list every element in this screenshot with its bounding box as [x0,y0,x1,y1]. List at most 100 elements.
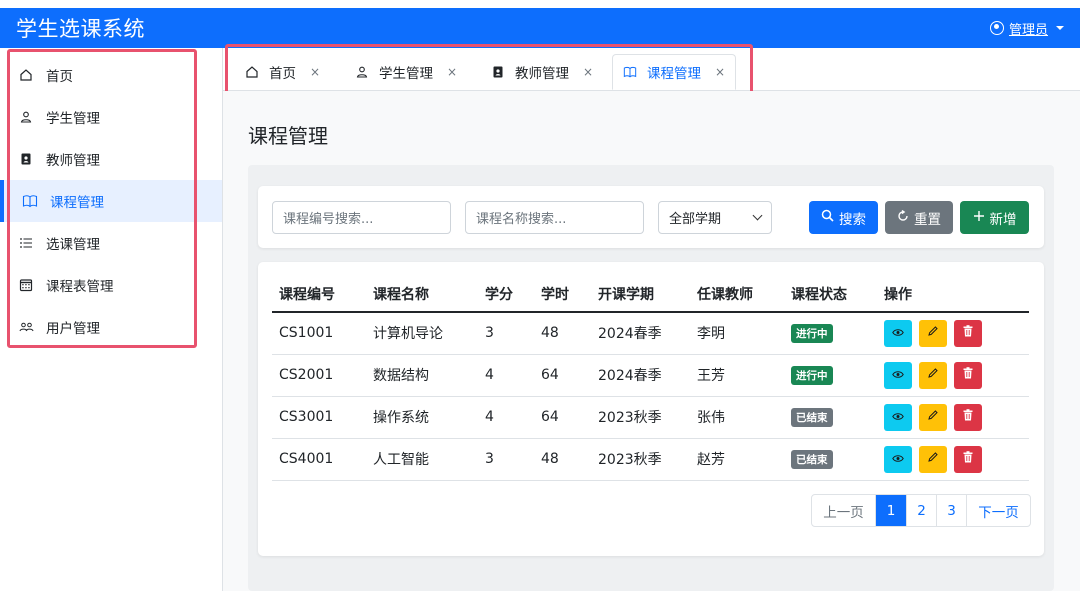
cell-teacher: 王芳 [690,354,784,397]
close-icon[interactable]: × [447,65,457,79]
list-icon [18,235,34,251]
reset-button[interactable]: 重置 [885,201,953,234]
delete-button[interactable] [954,361,982,389]
user-circle-icon [989,21,1004,35]
tab-home[interactable]: 首页 × [235,54,330,90]
cell-actions [877,438,1029,481]
page-title: 课程管理 [248,124,328,148]
cell-name: 计算机导论 [366,312,478,355]
col-header-credit: 学分 [478,276,534,313]
pagination-page-2[interactable]: 2 [907,495,937,526]
cell-hours: 48 [534,312,591,355]
cell-status: 进行中 [784,354,877,397]
home-icon [245,65,259,79]
sidebar-item-courses[interactable]: 课程管理 [0,180,222,222]
delete-button[interactable] [954,445,982,473]
close-icon[interactable]: × [310,65,320,79]
badge-icon [18,151,34,167]
sidebar-item-home[interactable]: 首页 [0,54,222,96]
table-header-row: 课程编号 课程名称 学分 学时 开课学期 任课教师 课程状态 操作 [272,276,1029,313]
cell-code: CS2001 [272,354,366,397]
home-icon [18,67,34,83]
cell-status: 已结束 [784,396,877,439]
table-row: CS1001 计算机导论 3 48 2024春季 李明 进行中 [272,312,1029,355]
pagination-page-1[interactable]: 1 [876,495,907,526]
pagination-page-3[interactable]: 3 [937,495,967,526]
view-button[interactable] [884,319,912,347]
view-button[interactable] [884,403,912,431]
sidebar-item-label: 选课管理 [46,237,100,253]
cell-name: 人工智能 [366,438,478,481]
semester-select-value: 全部学期 [669,212,722,227]
eye-icon [892,451,904,467]
sidebar-item-label: 教师管理 [46,153,100,169]
delete-button[interactable] [954,319,982,347]
cell-hours: 64 [534,396,591,439]
cell-name: 操作系统 [366,396,478,439]
chevron-down-icon [752,210,763,221]
trash-icon [963,325,973,341]
sidebar-item-label: 课程表管理 [46,279,114,295]
cell-actions [877,354,1029,397]
edit-button[interactable] [919,361,947,389]
cell-semester: 2024春季 [591,354,690,397]
cell-name: 数据结构 [366,354,478,397]
edit-button[interactable] [919,403,947,431]
col-header-name: 课程名称 [366,276,478,313]
course-name-search-input[interactable]: 课程名称搜索... [465,201,644,234]
cell-semester: 2023秋季 [591,396,690,439]
people-icon [18,319,34,335]
sidebar: 首页 学生管理 教师管理 课程管理 选课管理 课程表管理 用户管理 [0,48,223,591]
plus-icon [973,210,985,226]
sidebar-item-teachers[interactable]: 教师管理 [0,138,222,180]
status-badge: 已结束 [791,449,833,469]
refresh-icon [897,209,909,226]
sidebar-item-schedule[interactable]: 课程表管理 [0,264,222,306]
close-icon[interactable]: × [583,65,593,79]
sidebar-item-label: 课程管理 [50,195,104,211]
eye-icon [892,325,904,341]
cell-hours: 64 [534,354,591,397]
close-icon[interactable]: × [715,65,725,79]
cell-credit: 3 [478,312,534,355]
semester-select[interactable]: 全部学期 [658,201,772,234]
pagination: 上一页 1 2 3 下一页 [811,494,1031,527]
eye-icon [892,409,904,425]
pagination-next[interactable]: 下一页 [967,495,1030,526]
add-course-button[interactable]: 新增 [960,201,1029,234]
edit-button[interactable] [919,445,947,473]
cell-teacher: 李明 [690,312,784,355]
col-header-code: 课程编号 [272,276,366,313]
view-button[interactable] [884,361,912,389]
sidebar-item-students[interactable]: 学生管理 [0,96,222,138]
table-row: CS4001 人工智能 3 48 2023秋季 赵芳 已结束 [272,438,1029,481]
pagination-prev[interactable]: 上一页 [812,495,876,526]
cell-credit: 4 [478,396,534,439]
pencil-icon [927,409,939,425]
cell-credit: 4 [478,354,534,397]
badge-icon [491,65,505,79]
edit-button[interactable] [919,319,947,347]
course-code-search-input[interactable]: 课程编号搜索... [272,201,451,234]
delete-button[interactable] [954,403,982,431]
app-title[interactable]: 学生选课系统 [16,13,145,43]
sidebar-item-label: 学生管理 [46,111,100,127]
cell-actions [877,396,1029,439]
search-button[interactable]: 搜索 [809,201,878,234]
top-navbar: 学生选课系统 管理员 [0,8,1080,48]
tab-label: 首页 [269,66,296,82]
tab-teachers[interactable]: 教师管理 × [481,54,603,90]
sidebar-item-enrollment[interactable]: 选课管理 [0,222,222,264]
cell-teacher: 张伟 [690,396,784,439]
cell-code: CS4001 [272,438,366,481]
view-button[interactable] [884,445,912,473]
status-badge: 进行中 [791,365,833,385]
tab-students[interactable]: 学生管理 × [345,54,467,90]
user-menu[interactable]: 管理员 [989,19,1064,38]
table-row: CS2001 数据结构 4 64 2024春季 王芳 进行中 [272,354,1029,397]
user-name[interactable]: 管理员 [1009,19,1048,38]
add-button-label: 新增 [989,211,1017,228]
pencil-icon [927,451,939,467]
sidebar-item-users[interactable]: 用户管理 [0,306,222,348]
tab-courses[interactable]: 课程管理 × [612,54,737,90]
